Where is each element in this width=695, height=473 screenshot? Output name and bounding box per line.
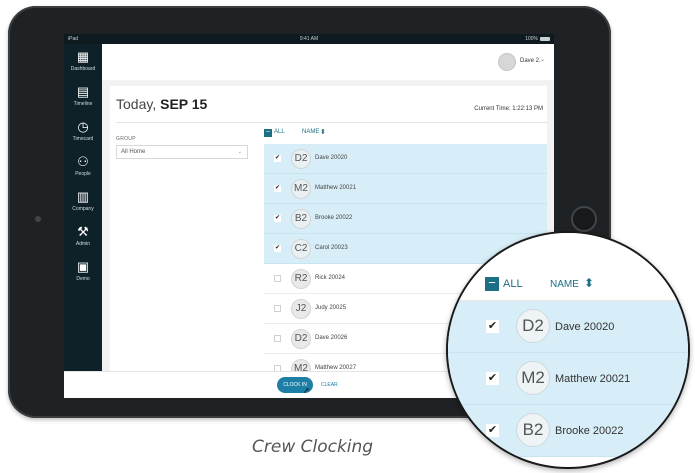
zoom-row-checkbox: ✔ xyxy=(486,320,499,333)
sidebar-item-company[interactable]: ▥ Company xyxy=(64,188,102,218)
sidebar-item-label: Demo xyxy=(76,276,90,282)
initials-avatar: M2 xyxy=(291,179,311,199)
home-button[interactable] xyxy=(571,206,597,232)
employee-name: Rick 20024 xyxy=(315,275,346,281)
name-column-header[interactable]: NAME xyxy=(302,129,319,135)
sort-icon[interactable]: ⬍ xyxy=(320,128,326,136)
zoom-table-row: ✔ D2 Dave 20020 xyxy=(448,301,688,353)
clear-button[interactable]: CLEAR xyxy=(321,382,338,388)
zoom-initials-avatar: M2 xyxy=(516,361,550,395)
caption: Crew Clocking xyxy=(252,437,374,457)
page-title: Today, SEP 15 xyxy=(116,96,207,112)
front-camera xyxy=(35,216,41,222)
battery-icon xyxy=(540,37,550,41)
sidebar-item-timeline[interactable]: ▤ Timeline xyxy=(64,83,102,113)
employee-name: Dave 20026 xyxy=(315,335,348,341)
initials-avatar: C2 xyxy=(291,239,311,259)
user-name[interactable]: Dave 2. xyxy=(520,58,541,64)
zoom-employee-name: Matthew 20021 xyxy=(555,373,631,385)
row-checkbox[interactable]: ✔ xyxy=(274,155,281,162)
chevron-down-icon: ⌄ xyxy=(237,149,242,155)
top-bar: Dave 2. ⌄ xyxy=(102,44,554,80)
title-date: SEP 15 xyxy=(160,96,208,112)
row-checkbox[interactable] xyxy=(274,305,281,312)
zoom-initials-avatar: B2 xyxy=(516,413,550,447)
zoom-name-column-header: NAME xyxy=(550,279,579,290)
sidebar-item-label: People xyxy=(75,171,91,177)
sidebar-item-people[interactable]: ⚇ People xyxy=(64,153,102,183)
zoom-magnifier: − ALL NAME ⬍ ✔ D2 Dave 20020 ✔ M2 Matthew 200… xyxy=(446,231,690,469)
sidebar-item-dashboard[interactable]: ▦ Dashboard xyxy=(64,48,102,78)
row-checkbox[interactable]: ✔ xyxy=(274,245,281,252)
sidebar-item-label: Admin xyxy=(75,241,91,247)
building-icon: ▥ xyxy=(76,189,90,204)
table-header: − ALL NAME ⬍ xyxy=(264,128,547,142)
battery-percent: 100% xyxy=(525,36,538,42)
zoom-row-checkbox: ✔ xyxy=(486,372,499,385)
row-checkbox[interactable] xyxy=(274,335,281,342)
user-avatar[interactable] xyxy=(498,53,516,71)
employee-name: Matthew 20021 xyxy=(315,185,357,191)
zoom-table-row: ✔ B2 Brooke 20022 xyxy=(448,405,688,457)
zoom-select-all-label: ALL xyxy=(503,278,523,290)
current-time: Current Time: 1:22:13 PM xyxy=(474,106,543,112)
row-checkbox[interactable] xyxy=(274,275,281,282)
group-select[interactable]: All Home ⌄ xyxy=(116,145,248,159)
group-select-value: All Home xyxy=(121,149,146,155)
zoom-row-checkbox: ✔ xyxy=(486,424,499,437)
zoom-employee-name: Dave 20020 xyxy=(555,321,615,333)
zoom-table-row: ✔ M2 Matthew 20021 xyxy=(448,353,688,405)
initials-avatar: D2 xyxy=(291,329,311,349)
zoom-select-all-checkbox[interactable]: − xyxy=(485,276,499,291)
dashboard-icon: ▦ xyxy=(76,49,90,64)
group-label: GROUP xyxy=(116,136,136,142)
zoom-initials-avatar: D2 xyxy=(516,309,550,343)
sidebar-item-label: Company xyxy=(72,206,94,212)
table-row[interactable]: ✔ M2 Matthew 20021 xyxy=(264,174,547,204)
clock-icon: ◷ xyxy=(77,119,89,134)
initials-avatar: J2 xyxy=(291,299,311,319)
sidebar-item-label: Dashboard xyxy=(70,66,96,72)
sidebar-item-label: Timeline xyxy=(73,101,93,107)
pointer-cursor-icon: ➚ xyxy=(303,386,310,395)
sidebar-item-demo[interactable]: ▣ Demo xyxy=(64,258,102,288)
status-time: 9:41 AM xyxy=(299,36,319,42)
employee-name: Brooke 20022 xyxy=(315,215,353,221)
calendar-icon: ▤ xyxy=(76,84,90,99)
table-row[interactable]: ✔ B2 Brooke 20022 xyxy=(264,204,547,234)
row-checkbox[interactable]: ✔ xyxy=(274,185,281,192)
zoom-sort-icon: ⬍ xyxy=(584,276,595,290)
zoom-header xyxy=(448,233,688,303)
header-divider xyxy=(116,122,547,123)
initials-avatar: B2 xyxy=(291,209,311,229)
wrench-icon: ⚒ xyxy=(77,224,89,239)
table-row[interactable]: ✔ D2 Dave 20020 xyxy=(264,144,547,174)
briefcase-icon: ▣ xyxy=(76,259,90,274)
employee-name: Carol 20023 xyxy=(315,245,348,251)
status-bar: iPad 9:41 AM 100% xyxy=(64,34,554,44)
sidebar-nav: ▦ Dashboard ▤ Timeline ◷ Timecard ⚇ People ▥ Comp… xyxy=(64,44,102,374)
sidebar-item-label: Timecard xyxy=(72,136,94,142)
zoom-employee-name: Brooke 20022 xyxy=(555,425,624,437)
employee-name: Judy 20025 xyxy=(315,305,347,311)
sidebar-item-timecard[interactable]: ◷ Timecard xyxy=(64,118,102,148)
select-all-label[interactable]: ALL xyxy=(274,129,285,135)
sidebar-item-admin[interactable]: ⚒ Admin xyxy=(64,223,102,253)
people-icon: ⚇ xyxy=(77,154,89,169)
initials-avatar: R2 xyxy=(291,269,311,289)
row-checkbox[interactable]: ✔ xyxy=(274,215,281,222)
initials-avatar: D2 xyxy=(291,149,311,169)
title-prefix: Today, xyxy=(116,96,161,112)
chevron-down-icon[interactable]: ⌄ xyxy=(540,56,545,63)
employee-name: Dave 20020 xyxy=(315,155,348,161)
select-all-checkbox[interactable]: − xyxy=(264,129,272,137)
